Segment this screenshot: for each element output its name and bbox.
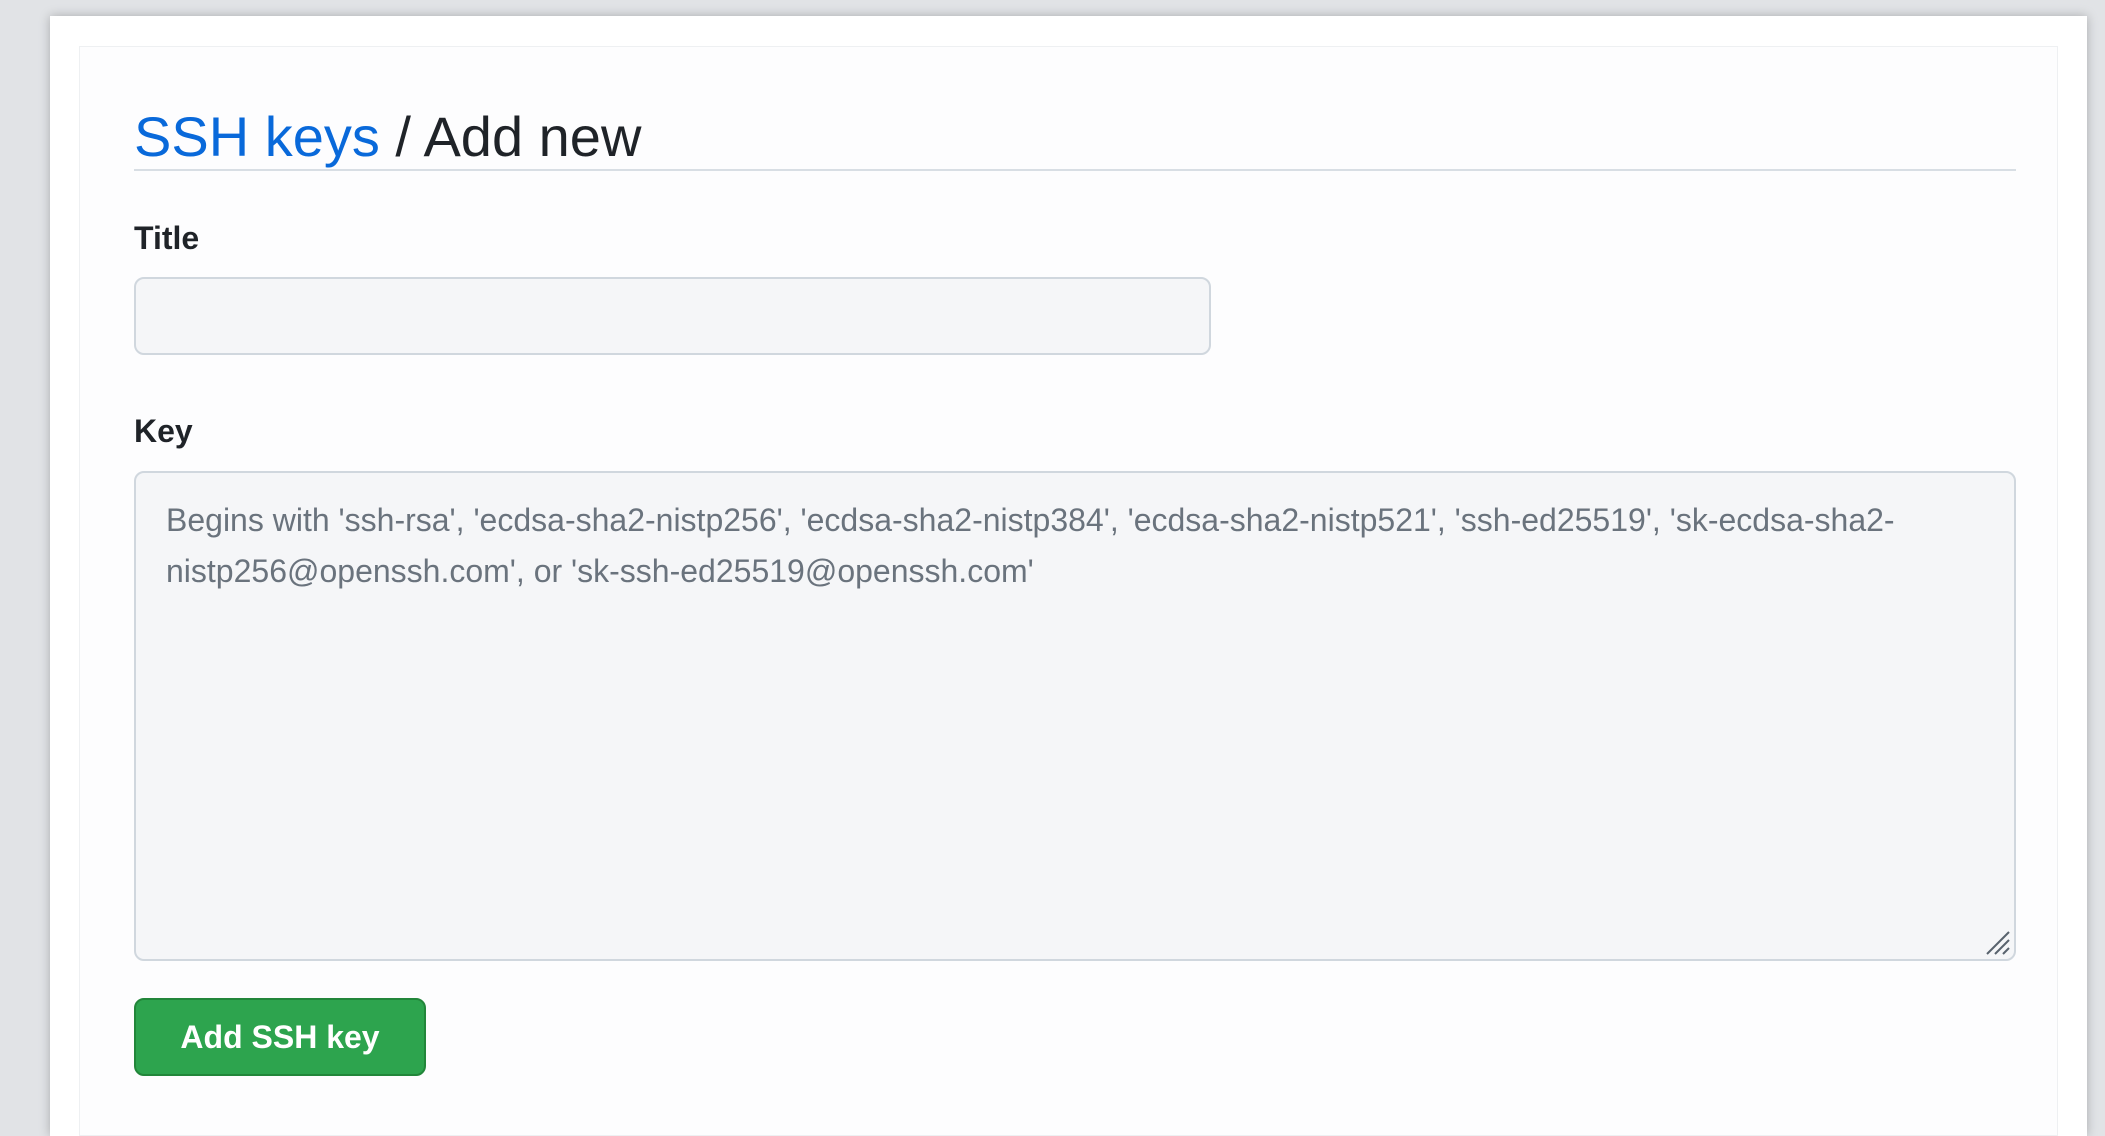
- breadcrumb-separator: /: [379, 105, 424, 168]
- key-label: Key: [134, 413, 193, 449]
- title-label: Title: [134, 220, 200, 256]
- key-field-wrapper: [134, 471, 2016, 961]
- resize-handle-icon[interactable]: [1982, 927, 2012, 957]
- settings-panel: SSH keys / Add new Title Key Add SSH key: [79, 46, 2058, 1136]
- add-ssh-key-form: SSH keys / Add new Title Key Add SSH key: [134, 47, 2016, 1076]
- title-input[interactable]: [134, 277, 1211, 355]
- page-title: SSH keys / Add new: [134, 47, 2016, 171]
- breadcrumb-current: Add new: [423, 105, 642, 168]
- add-ssh-key-button[interactable]: Add SSH key: [134, 998, 426, 1076]
- browser-window: SSH keys / Add new Title Key Add SSH key: [50, 16, 2087, 1136]
- key-textarea[interactable]: [134, 471, 2016, 961]
- breadcrumb-ssh-keys-link[interactable]: SSH keys: [134, 105, 380, 168]
